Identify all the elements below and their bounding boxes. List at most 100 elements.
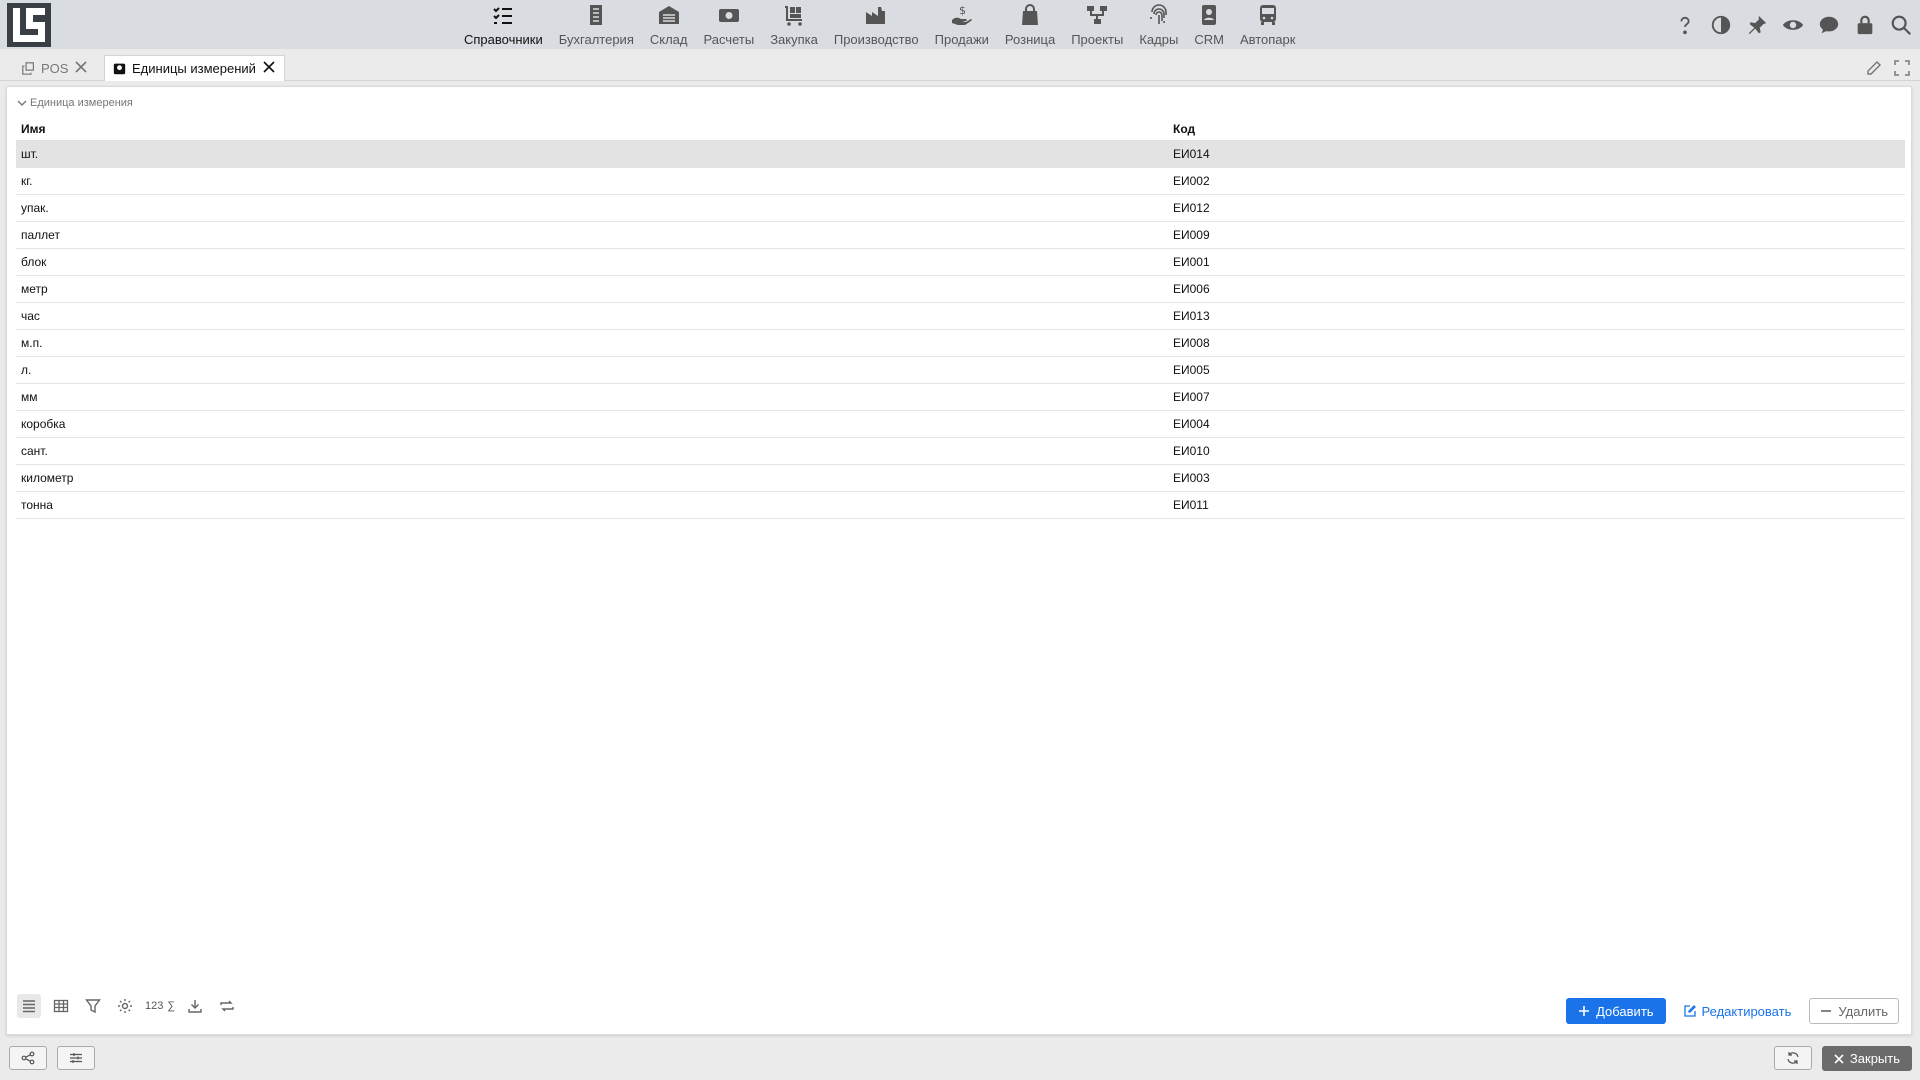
table-row[interactable]: паллет ЕИ009 [16,222,1905,249]
add-button[interactable]: Добавить [1566,998,1666,1024]
nav-item-production[interactable]: Производство [826,0,927,49]
cart-icon [785,6,803,26]
close-button-label: Закрыть [1849,1051,1900,1066]
fingerprint-icon [1150,4,1167,24]
money-icon [718,9,739,22]
refresh-cycle-icon[interactable] [215,994,239,1018]
nav-item-hr[interactable]: Кадры [1131,0,1186,49]
tab-units-of-measure[interactable]: Единицы измерений [104,55,285,81]
cell-code: ЕИ009 [1173,228,1210,242]
filter-icon[interactable] [81,994,105,1018]
cell-name: паллет [21,228,60,242]
nav-item-crm[interactable]: CRM [1186,0,1232,49]
add-button-label: Добавить [1596,1003,1654,1019]
nav-item-fleet[interactable]: Автопарк [1232,0,1304,49]
units-table: Имя Код шт. ЕИ014 кг. ЕИ002 упак. ЕИ012 пал… [16,117,1905,519]
tab-label: Единицы измерений [132,61,256,76]
ledger-icon [590,5,603,25]
table-row[interactable]: м.п. ЕИ008 [16,330,1905,357]
cell-name: мм [21,390,38,404]
table-row[interactable]: сант. ЕИ010 [16,438,1905,465]
table-row[interactable]: тонна ЕИ011 [16,492,1905,519]
edit-pencil-icon[interactable] [1864,58,1884,78]
column-header-name[interactable]: Имя [16,122,1169,136]
delete-button-label: Удалить [1838,1003,1888,1019]
search-icon[interactable] [1888,12,1914,38]
table-row[interactable]: коробка ЕИ004 [16,411,1905,438]
nav-item-references[interactable]: Справочники [456,0,551,49]
lock-icon[interactable] [1852,12,1878,38]
contrast-icon[interactable] [1708,12,1734,38]
close-button[interactable]: Закрыть [1821,1046,1912,1071]
reload-button[interactable] [1773,1046,1812,1070]
cell-code: ЕИ014 [1173,147,1210,161]
nav-item-label: Производство [833,32,919,47]
nav-item-sales[interactable]: $ Продажи [927,0,997,49]
hand-money-icon: $ [951,4,972,25]
column-header-code[interactable]: Код [1169,122,1905,136]
chevron-down-icon [17,100,27,106]
table-row[interactable]: шт. ЕИ014 [16,141,1905,168]
factory-icon [866,7,886,24]
table-row[interactable]: блок ЕИ001 [16,249,1905,276]
close-icon[interactable] [74,60,88,77]
pin-icon[interactable] [1744,12,1770,38]
table-row[interactable]: час ЕИ013 [16,303,1905,330]
cell-name: блок [21,255,47,269]
nav-item-retail[interactable]: Розница [997,0,1063,49]
adjust-button[interactable] [57,1046,95,1070]
nav-item-label: Расчеты [703,32,755,47]
settings-gear-icon[interactable] [113,994,137,1018]
tab-pos[interactable]: POS [14,55,96,81]
nav-item-accounting[interactable]: Бухгалтерия [551,0,642,49]
app-logo[interactable] [7,3,51,47]
nav-item-warehouse[interactable]: Склад [642,0,696,49]
warehouse-icon [658,6,679,24]
group-header[interactable]: Единица измерения [17,97,133,109]
contact-card-icon [1202,5,1217,25]
edit-icon [1683,1005,1696,1017]
nav-item-purchasing[interactable]: Закупка [762,0,826,49]
nav-item-label: Автопарк [1239,32,1296,47]
nav-item-label: Бухгалтерия [558,32,634,47]
table-row[interactable]: мм ЕИ007 [16,384,1905,411]
table-view-icon[interactable] [49,994,73,1018]
nav-item-projects[interactable]: Проекты [1063,0,1131,49]
share-icon [21,1051,35,1065]
fullscreen-icon[interactable] [1892,58,1912,78]
table-row[interactable]: метр ЕИ006 [16,276,1905,303]
cell-code: ЕИ010 [1173,444,1210,458]
delete-button[interactable]: Удалить [1809,998,1899,1024]
cell-name: м.п. [21,336,43,350]
edit-button[interactable]: Редактировать [1678,998,1798,1024]
chat-icon[interactable] [1816,12,1842,38]
cell-name: шт. [21,147,39,161]
cell-code: ЕИ011 [1173,498,1209,512]
plus-icon [1579,1006,1590,1016]
download-icon[interactable] [183,994,207,1018]
cell-code: ЕИ006 [1173,282,1210,296]
table-header: Имя Код [16,117,1905,141]
table-row[interactable]: кг. ЕИ002 [16,168,1905,195]
module-menu: Справочники Бухгалтерия Склад Расчеты За… [456,0,1303,49]
cell-name: сант. [21,444,48,458]
nav-item-label: Розница [1004,32,1056,47]
help-icon[interactable] [1672,12,1698,38]
cell-code: ЕИ013 [1173,309,1210,323]
share-button[interactable] [9,1046,47,1070]
cell-name: метр [21,282,48,296]
tab-label: POS [41,60,69,76]
nav-item-label: Справочники [464,32,543,47]
group-title: Единица измерения [30,97,133,109]
list-view-icon[interactable] [17,994,41,1018]
nav-item-settlements[interactable]: Расчеты [695,0,762,49]
eye-icon[interactable] [1780,12,1806,38]
cell-name: упак. [21,201,49,215]
reload-icon [1787,1052,1799,1064]
close-icon[interactable] [262,60,276,77]
table-row[interactable]: километр ЕИ003 [16,465,1905,492]
table-row[interactable]: л. ЕИ005 [16,357,1905,384]
table-row[interactable]: упак. ЕИ012 [16,195,1905,222]
list-check-icon [493,7,513,24]
totals-toggle[interactable]: 123 ∑ [145,1000,175,1012]
